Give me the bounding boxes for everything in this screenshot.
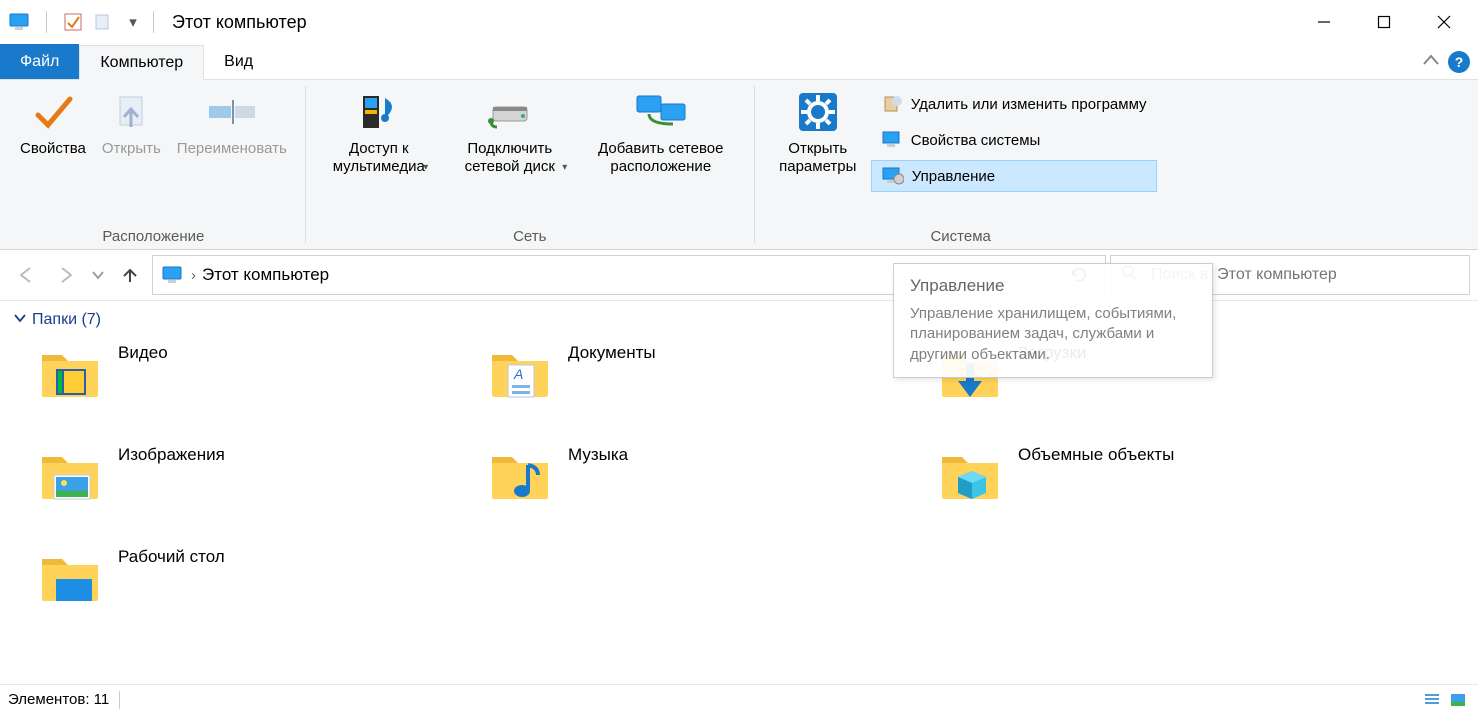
folder-desktop[interactable]: Рабочий стол bbox=[38, 539, 478, 637]
uninstall-program-button[interactable]: Удалить или изменить программу bbox=[871, 88, 1157, 120]
chevron-down-icon: ▾ bbox=[562, 162, 567, 174]
up-button[interactable] bbox=[112, 257, 148, 293]
add-network-location-label: Добавить сетевое расположение bbox=[586, 140, 736, 176]
folder-pictures-icon bbox=[38, 443, 102, 507]
navbar: › Этот компьютер bbox=[0, 250, 1478, 300]
status-item-count: Элементов: 11 bbox=[8, 691, 109, 708]
properties-qat-icon[interactable] bbox=[61, 10, 85, 34]
open-label: Открыть bbox=[102, 140, 161, 158]
quick-access-toolbar: ▾ bbox=[4, 10, 145, 34]
titlebar: ▾ Этот компьютер bbox=[0, 0, 1478, 44]
folder-3d-objects[interactable]: Объемные объекты bbox=[938, 437, 1378, 535]
recent-locations-button[interactable] bbox=[88, 257, 108, 293]
folder-documents-icon: A bbox=[488, 341, 552, 405]
system-properties-label: Свойства системы bbox=[911, 132, 1041, 149]
rename-button: Переименовать bbox=[169, 84, 295, 162]
tooltip-body: Управление хранилищем, событиями, планир… bbox=[910, 304, 1196, 365]
folder-3d-objects-icon bbox=[938, 443, 1002, 507]
add-network-location-button[interactable]: Добавить сетевое расположение bbox=[578, 84, 744, 180]
open-settings-button[interactable]: Открыть параметры bbox=[765, 84, 871, 180]
chevron-right-icon[interactable]: › bbox=[191, 267, 196, 284]
group-caption-location: Расположение bbox=[12, 228, 295, 247]
view-details-button[interactable] bbox=[1420, 689, 1444, 711]
media-server-icon bbox=[355, 88, 403, 136]
tooltip-manage: Управление Управление хранилищем, событи… bbox=[893, 263, 1213, 378]
tooltip-title: Управление bbox=[910, 276, 1196, 296]
manage-label: Управление bbox=[912, 168, 995, 185]
uninstall-icon bbox=[881, 93, 903, 115]
chevron-down-icon bbox=[14, 311, 26, 329]
properties-button[interactable]: Свойства bbox=[12, 84, 94, 162]
folder-desktop-icon bbox=[38, 545, 102, 609]
folder-video[interactable]: Видео bbox=[38, 335, 478, 433]
forward-button[interactable] bbox=[48, 257, 84, 293]
minimize-button[interactable] bbox=[1294, 0, 1354, 44]
ribbon-body: Свойства Открыть Переименовать Расположе… bbox=[0, 80, 1478, 250]
new-folder-qat-icon bbox=[91, 10, 115, 34]
view-large-icons-button[interactable] bbox=[1446, 689, 1470, 711]
status-bar: Элементов: 11 bbox=[0, 684, 1478, 714]
svg-text:A: A bbox=[513, 366, 523, 382]
checkmark-icon bbox=[32, 88, 74, 136]
computer-icon bbox=[8, 10, 32, 34]
open-icon bbox=[110, 88, 152, 136]
folders-group-header[interactable]: Папки (7) bbox=[14, 311, 1468, 329]
ribbon-group-location: Свойства Открыть Переименовать Расположе… bbox=[6, 80, 301, 249]
folder-music[interactable]: Музыка bbox=[488, 437, 928, 535]
system-properties-icon bbox=[881, 129, 903, 151]
folder-video-icon bbox=[38, 341, 102, 405]
folder-documents-label: Документы bbox=[568, 341, 656, 363]
collapse-ribbon-icon[interactable] bbox=[1422, 53, 1440, 71]
qat-dropdown-icon[interactable]: ▾ bbox=[121, 10, 145, 34]
gear-icon bbox=[795, 88, 841, 136]
group-caption-system: Система bbox=[765, 228, 1157, 247]
folder-video-label: Видео bbox=[118, 341, 168, 363]
properties-label: Свойства bbox=[20, 140, 86, 158]
folder-music-label: Музыка bbox=[568, 443, 628, 465]
folder-3d-objects-label: Объемные объекты bbox=[1018, 443, 1174, 465]
system-properties-button[interactable]: Свойства системы bbox=[871, 124, 1157, 156]
folder-desktop-label: Рабочий стол bbox=[118, 545, 225, 567]
map-drive-label: Подключить сетевой диск bbox=[450, 140, 570, 176]
maximize-button[interactable] bbox=[1354, 0, 1414, 44]
folder-documents[interactable]: A Документы bbox=[488, 335, 928, 433]
folder-pictures[interactable]: Изображения bbox=[38, 437, 478, 535]
folder-music-icon bbox=[488, 443, 552, 507]
ribbon-group-network: Доступ к мультимедиа ▾ Подключить сетево… bbox=[310, 80, 750, 249]
group-caption-network: Сеть bbox=[316, 228, 744, 247]
window-controls bbox=[1294, 0, 1474, 44]
folders-group-label: Папки (7) bbox=[32, 311, 101, 329]
ribbon-group-system: Открыть параметры Удалить или изменить п… bbox=[759, 80, 1163, 249]
help-icon[interactable]: ? bbox=[1448, 51, 1470, 73]
media-access-button[interactable]: Доступ к мультимедиа ▾ bbox=[316, 84, 442, 178]
chevron-down-icon: ▾ bbox=[423, 162, 428, 174]
content-area: Папки (7) Видео A Документы Загрузки bbox=[0, 301, 1478, 680]
manage-button[interactable]: Управление bbox=[871, 160, 1157, 192]
map-drive-button[interactable]: Подключить сетевой диск ▾ bbox=[442, 84, 578, 178]
folder-pictures-label: Изображения bbox=[118, 443, 225, 465]
tab-view[interactable]: Вид bbox=[204, 44, 273, 79]
media-access-label: Доступ к мультимедиа bbox=[324, 140, 434, 176]
breadcrumb-this-pc[interactable]: Этот компьютер bbox=[202, 265, 329, 285]
computer-icon bbox=[161, 263, 185, 287]
back-button[interactable] bbox=[8, 257, 44, 293]
ribbon-tabs: Файл Компьютер Вид ? bbox=[0, 44, 1478, 80]
tab-file[interactable]: Файл bbox=[0, 44, 79, 79]
tab-computer[interactable]: Компьютер bbox=[79, 45, 204, 80]
manage-icon bbox=[882, 165, 904, 187]
uninstall-label: Удалить или изменить программу bbox=[911, 96, 1147, 113]
rename-label: Переименовать bbox=[177, 140, 287, 158]
network-location-icon bbox=[633, 88, 689, 136]
open-settings-label: Открыть параметры bbox=[773, 140, 863, 176]
network-drive-icon bbox=[485, 88, 535, 136]
open-button: Открыть bbox=[94, 84, 169, 162]
close-button[interactable] bbox=[1414, 0, 1474, 44]
rename-icon bbox=[205, 88, 259, 136]
window-title: Этот компьютер bbox=[172, 12, 307, 33]
